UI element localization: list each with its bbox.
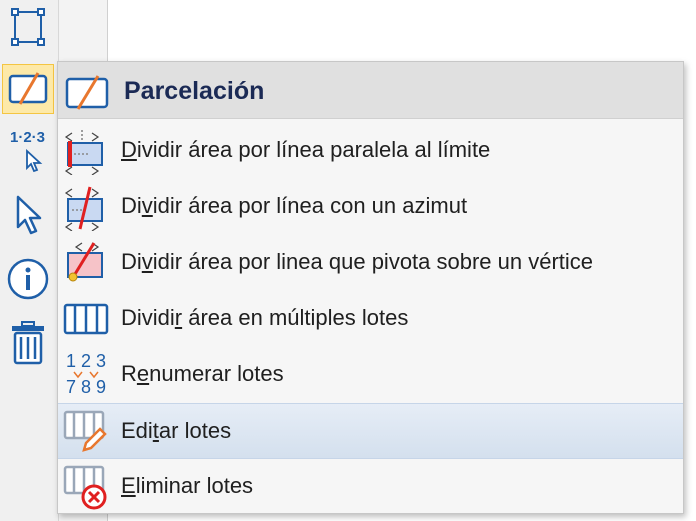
multiple-lots-icon [62, 295, 110, 343]
split-azimuth-icon [62, 183, 110, 231]
split-parallel-icon [62, 127, 110, 175]
trash-icon[interactable] [2, 318, 54, 368]
left-toolbar: 1·2·3 [0, 0, 58, 521]
menu-item-label: Eliminar lotes [121, 473, 254, 498]
menu-item-edit-lots[interactable]: Editar lotes [58, 403, 683, 459]
parcel-menu: Parcelación Dividir área por línea paral… [57, 61, 684, 514]
menu-item-label: Dividir área por línea paralela al límit… [121, 137, 491, 162]
menu-item-label: Dividir área por linea que pivota sobre … [121, 249, 594, 274]
menu-item-label: Editar lotes [121, 418, 232, 443]
renumber-digit: 7 [66, 377, 77, 397]
renumber-digit: 3 [96, 351, 107, 371]
menu-item-split-azimuth[interactable]: Dividir área por línea con un azimut [58, 179, 683, 235]
menu-item-label: Renumerar lotes [121, 361, 284, 386]
renumber-digit: 2 [81, 351, 92, 371]
rectangle-points-icon[interactable] [2, 2, 54, 52]
menu-item-multiple-lots[interactable]: Dividir área en múltiples lotes [58, 291, 683, 347]
menu-title: Parcelación [124, 77, 265, 105]
pointer-icon[interactable] [2, 190, 54, 240]
numbering-label: 1·2·3 [10, 129, 46, 146]
menu-header: Parcelación [58, 62, 683, 119]
parcel-header-icon [64, 74, 110, 112]
renumber-icon: 1 2 3 7 8 9 [62, 351, 110, 399]
parcel-icon[interactable] [2, 64, 54, 114]
split-pivot-icon [62, 239, 110, 287]
info-icon[interactable] [2, 254, 54, 304]
menu-item-split-parallel[interactable]: Dividir área por línea paralela al límit… [58, 123, 683, 179]
edit-lots-icon [62, 408, 110, 456]
delete-lots-icon [62, 463, 110, 511]
renumber-digit: 8 [81, 377, 92, 397]
renumber-digit: 1 [66, 351, 77, 371]
menu-item-label: Dividir área en múltiples lotes [121, 305, 409, 330]
renumber-digit: 9 [96, 377, 107, 397]
menu-item-label: Dividir área por línea con un azimut [121, 193, 468, 218]
menu-item-split-pivot[interactable]: Dividir área por linea que pivota sobre … [58, 235, 683, 291]
numbering-cursor-icon[interactable]: 1·2·3 [2, 126, 54, 176]
menu-item-renumber[interactable]: 1 2 3 7 8 9 Renumerar lotes [58, 347, 683, 403]
menu-item-delete-lots[interactable]: Eliminar lotes [58, 459, 683, 515]
